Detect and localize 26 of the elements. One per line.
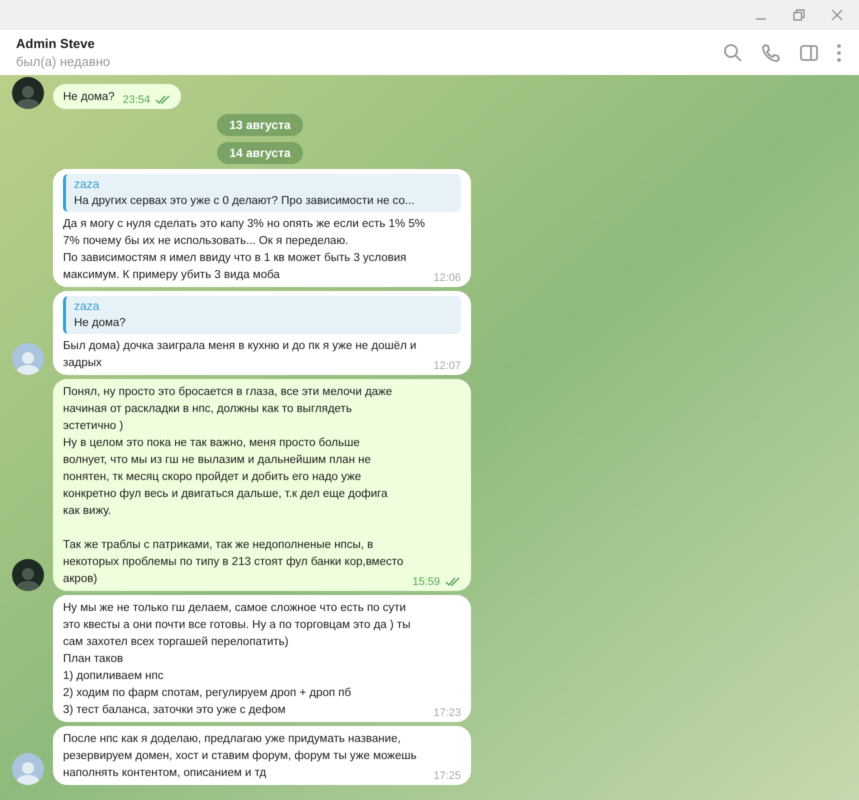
reply-text: На других сервах это уже с 0 делают? Про зависимости не со... — [74, 194, 415, 209]
message-time: 17:23 — [433, 706, 461, 721]
reply-author: zaza — [74, 298, 100, 315]
message-text: Понял, ну просто это бросается в глаза, все эти мелочи даже начиная от раскладки в нпс, должны как то выглядеть эстетично ) Ну в целом это пока не так важно, меня просто больше волнует, что мы из гш не вылазим и дальнейшим план не понятен, тк месяц скоро пройдет и добить его надо уже конкретно фул весь и двигаться дальше, т.к дел еще дофига как вижу. Так же траблы с патриками, так же недополненые нпсы, в некоторых проблемы по типу в 213 стоят фул банки кор,вместо акров) — [63, 385, 404, 587]
message-time: 15:59 — [412, 575, 440, 590]
message-text: Да я могу с нуля сделать это капу 3% но опять же если есть 1% 5% 7% почему бы их не использовать... Ок я переделаю. По зависимостям я имел ввиду что в 1 кв может быть 3 условия максимум. К примеру убить 3 вида моба — [63, 217, 426, 283]
date-badge: 14 августа — [217, 142, 303, 164]
message-text: Ну мы же не только гш делаем, самое сложное что есть по сути это квесты а они почти все готовы. Ну а по торговцам это да ) ты сам захотел всех торгашей перелопатить) План таков 1) допиливаем нпс 2) ходим по фарм спотам, регулируем дроп + дроп пб 3) тест баланса, заточки это уже с дефом — [63, 601, 412, 718]
message-text: Был дома) дочка заиграла меня в кухню и до пк я уже не дошёл и задрых — [63, 339, 418, 371]
message-time: 17:25 — [433, 769, 461, 784]
reply-author: zaza — [74, 176, 100, 193]
restore-icon[interactable] — [793, 9, 805, 21]
contact-status: был(а) недавно — [16, 52, 110, 70]
contact-name: Admin Steve — [16, 34, 96, 52]
message-time: 12:07 — [433, 359, 461, 374]
reply-text: Не дома? — [74, 316, 126, 331]
sidebar-icon[interactable] — [799, 42, 819, 62]
message-text: Не дома? — [63, 90, 115, 105]
search-icon[interactable] — [723, 42, 743, 62]
message-text: После нпс как я доделаю, предлагаю уже придумать название, резервируем домен, хост и ставим форум, форум ты уже можешь наполнять контентом, описанием и тд — [63, 732, 418, 781]
date-badge: 13 августа — [217, 114, 303, 136]
phone-icon[interactable] — [761, 42, 781, 62]
more-icon[interactable] — [837, 44, 841, 62]
message-time: 12:06 — [433, 271, 461, 286]
message-time: 23:54 — [122, 93, 150, 108]
close-icon[interactable] — [831, 9, 843, 21]
